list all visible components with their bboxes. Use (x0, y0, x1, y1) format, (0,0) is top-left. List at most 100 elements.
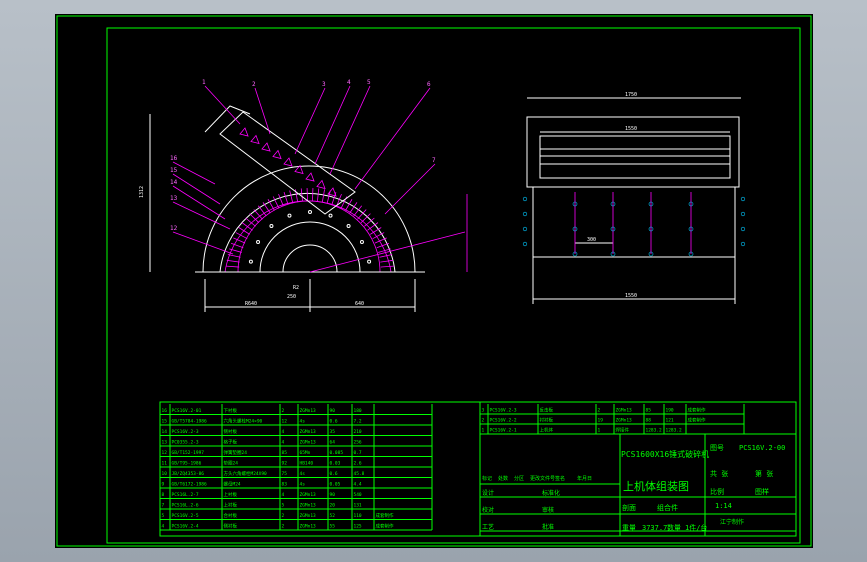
leader-number: 1 (202, 79, 206, 86)
title-header-cell: 签名 (555, 475, 565, 482)
hatch-line (238, 227, 251, 235)
title-role-cell: 设计 (482, 489, 494, 497)
bom-cell: PCS16V.2-3 (172, 429, 199, 435)
front-view: R640 640 1312 R2 250 1 2 3 4 5 671615141312 (139, 79, 468, 312)
bom-cell: 540 (354, 492, 362, 498)
section-label: 剖面 (622, 503, 636, 512)
bom-cell: 上衬板 (224, 502, 238, 509)
bom-cell: 121 (666, 418, 674, 424)
hatch-line (380, 259, 394, 263)
bom-cell: 六角头螺栓M24×90 (224, 418, 263, 425)
rotor-arc (259, 221, 361, 273)
bom-cell: 12 (282, 419, 288, 425)
cad-viewport: R640 640 1312 R2 250 1 2 3 4 5 6 7 16 15 14 13 12 (0, 0, 867, 562)
bom-cell: 14 (162, 429, 168, 435)
bom-cell: PCS16V.2-4 (172, 524, 199, 530)
dim-1550-top: 1550 (625, 126, 637, 132)
bom-cell: 83 (282, 482, 288, 488)
bom-cell: 0.6 (330, 419, 338, 425)
bolt-hole (248, 259, 253, 264)
weight-value: 3737.7 (642, 524, 667, 532)
hatch-line (283, 191, 289, 205)
bom-cell: 8 (162, 492, 165, 498)
bom-cell: 5 (282, 503, 285, 509)
drawing-sheet: R640 640 1312 R2 250 1 2 3 4 5 6 7 16 15 14 13 12 (55, 14, 813, 548)
leader-number: 15 (170, 167, 178, 174)
bom-cell: 12 (162, 450, 168, 456)
leader-line (172, 161, 216, 185)
sheet-total-label: 共 张 (710, 469, 728, 478)
bolt-hole (308, 210, 312, 214)
sheet-no-label: 第 张 (755, 469, 773, 478)
chute-tooth (283, 157, 293, 167)
bom-cell: PCS16V.2-3 (490, 408, 517, 414)
bom-cell: GB/T95-1986 (172, 461, 202, 467)
bom-cell: 垫圈24 (224, 460, 239, 467)
dim-r2: R2 (293, 285, 299, 291)
bom-cell: 85 (282, 450, 288, 456)
bom-cell: 螺母M24 (224, 481, 241, 488)
bom-cell: 1 (482, 428, 485, 434)
leader-number: 4 (347, 79, 351, 86)
title-block: 16 PCS16V.2-01 下衬板 2 ZGMn13 90 18015 GB/T5784-1… (159, 401, 797, 537)
drawing-canvas: R640 640 1312 R2 250 1 2 3 4 5 671615141312 (56, 15, 812, 547)
bom-cell: 4 (162, 524, 165, 530)
side-bolt-left (522, 211, 528, 217)
leader-line (354, 87, 431, 190)
bom-cell: 4s (300, 482, 306, 488)
title-header-cell: 标记 (482, 475, 492, 482)
bom-cell: 190 (666, 408, 674, 414)
bom-cell: 1283.2 (646, 428, 663, 434)
title-role-cell: 批准 (542, 523, 554, 531)
bom-cell: 64 (330, 440, 336, 446)
bom-cell: 10 (162, 471, 168, 477)
bom-cell: 16 (162, 408, 168, 414)
bolt-hole (346, 224, 351, 229)
leader-line (254, 87, 271, 135)
bom-cell: 衬衬板 (540, 417, 554, 424)
bom-cell: 0.6 (330, 471, 338, 477)
bom-cell: 20 (330, 503, 336, 509)
leader-number: 16 (170, 155, 178, 162)
chute-tooth (250, 134, 260, 145)
hatch-line (278, 193, 284, 207)
bom-cell: 9 (162, 482, 165, 488)
material-label: 图样 (755, 487, 769, 496)
bom-cell: 7.2 (354, 419, 362, 425)
bom-cell: 上衬板 (224, 491, 238, 498)
bom-cell: 11 (162, 461, 168, 467)
leader-line (172, 201, 231, 230)
bom-cell: 侧衬板 (224, 523, 238, 530)
leader-number: 2 (252, 81, 256, 88)
shaft-arc (282, 244, 338, 273)
bolt-hole (328, 213, 333, 218)
bom-cell: 侧衬板 (224, 428, 238, 435)
chute-tooth (239, 127, 249, 137)
leader-line (329, 85, 371, 175)
title-role-cell: 审核 (542, 506, 554, 514)
bom-cell: ZGMn13 (300, 408, 317, 414)
bom-cell: 焊接件 (616, 427, 630, 434)
side-bolt-left (522, 196, 528, 202)
bolt-hole (256, 240, 261, 244)
title-role-cell: 工艺 (482, 523, 494, 531)
bom-cell: 125 (354, 524, 362, 530)
drawing-no-label: 图号 (710, 444, 724, 452)
bom-cell: 2 (598, 408, 601, 414)
bom-cell: 15 (162, 419, 168, 425)
leader-number: 7 (432, 157, 436, 164)
hatch-line (226, 265, 240, 268)
side-bolts (522, 192, 746, 257)
leader-number: 3 (322, 81, 326, 88)
chute-tooth (272, 149, 282, 160)
bom-cell: 5 (162, 513, 165, 519)
bom-right-table: 3 PCS16V.2-3 反击板 2 ZGMn13 85 190 成套制作 2 PCS16V.2-… (479, 404, 745, 435)
leader-number: 5 (367, 79, 371, 86)
bom-cell: 65Mn (300, 450, 311, 456)
bom-cell: ZGMn13 (300, 429, 317, 435)
bom-cell: 4 (282, 429, 285, 435)
bolt-hole (367, 259, 372, 264)
bom-cell: 90 (330, 492, 336, 498)
bom-cell: 19 (598, 418, 604, 424)
weight-label: 重量 (622, 524, 636, 532)
